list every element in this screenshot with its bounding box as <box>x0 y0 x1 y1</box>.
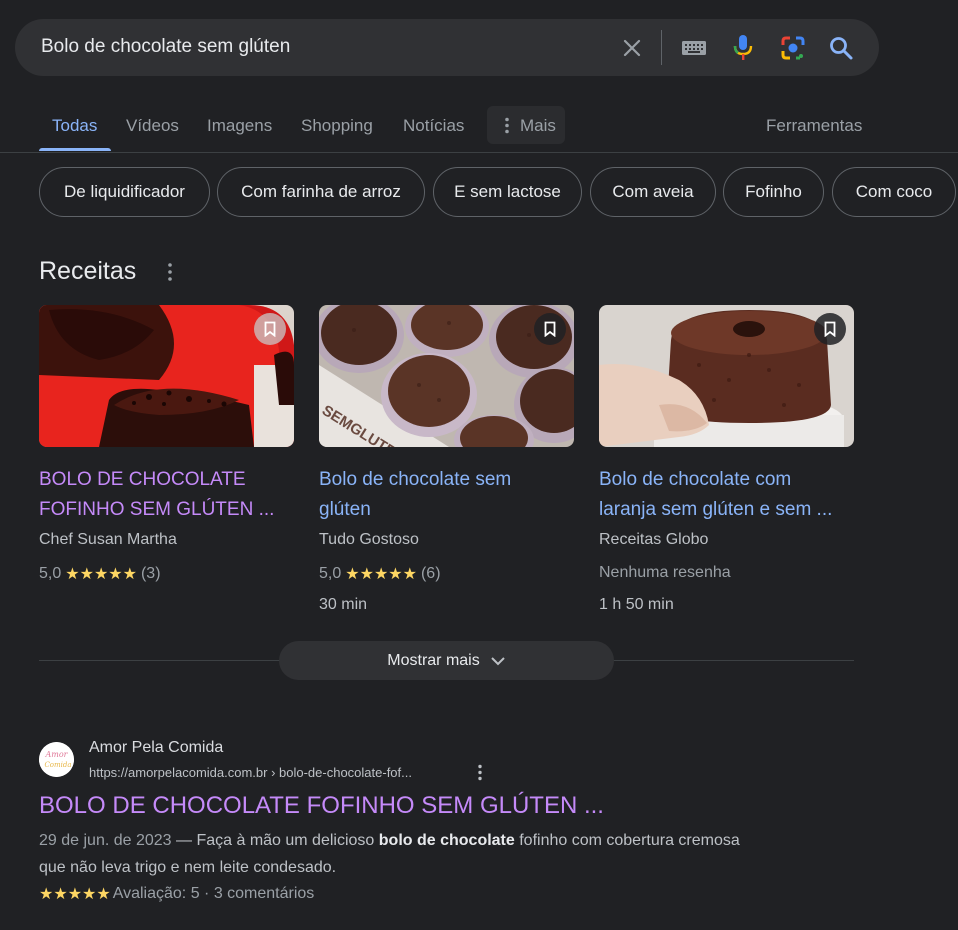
chevron-down-icon <box>491 656 505 665</box>
chip-sem-lactose[interactable]: E sem lactose <box>433 167 582 217</box>
site-favicon: Amor Comida <box>39 742 74 777</box>
svg-text:Comida: Comida <box>44 761 71 769</box>
keyboard-icon[interactable] <box>677 19 711 76</box>
recipe-title[interactable]: BOLO DE CHOCOLATE FOFINHO SEM GLÚTEN ... <box>39 465 294 525</box>
recipe-title[interactable]: Bolo de chocolate sem glúten <box>319 465 574 525</box>
chip-farinha-arroz[interactable]: Com farinha de arroz <box>217 167 425 217</box>
recipe-image[interactable] <box>599 305 854 447</box>
tab-more-label[interactable]: Mais <box>520 116 556 136</box>
tab-shopping[interactable]: Shopping <box>301 116 373 136</box>
search-icon[interactable] <box>825 19 857 76</box>
recipe-time: 1 h 50 min <box>599 596 674 613</box>
favicon-text: Amor <box>44 750 68 759</box>
recipe-card[interactable]: BOLO DE CHOCOLATE FOFINHO SEM GLÚTEN ...… <box>39 305 294 583</box>
chip-fofinho[interactable]: Fofinho <box>723 167 824 217</box>
tools-button[interactable]: Ferramentas <box>766 116 862 136</box>
result-snippet: 29 de jun. de 2023 — Faça à mão um delic… <box>39 832 740 876</box>
active-tab-indicator <box>39 148 111 151</box>
recipe-source: Receitas Globo <box>599 531 709 548</box>
show-more-button[interactable]: Mostrar mais <box>279 641 614 680</box>
review-count: (6) <box>420 565 441 582</box>
recipe-card[interactable]: SEMGLUTEN Bolo de chocolate sem glúten T… <box>319 305 574 613</box>
recipe-source: Chef Susan Martha <box>39 531 177 548</box>
recipe-image[interactable] <box>39 305 294 447</box>
rating-text: Avaliação: 5 · 3 comentários <box>112 885 315 902</box>
tab-videos[interactable]: Vídeos <box>126 116 179 136</box>
search-tabs: Todas Vídeos Imagens Shopping Notícias M… <box>0 100 958 153</box>
result-date: 29 de jun. de 2023 <box>39 832 172 849</box>
chip-aveia[interactable]: Com aveia <box>590 167 716 217</box>
site-name[interactable]: Amor Pela Comida <box>89 739 223 757</box>
bookmark-icon <box>264 321 276 337</box>
chip-coco[interactable]: Com coco <box>832 167 956 217</box>
clear-icon[interactable] <box>616 19 648 76</box>
review-count: (3) <box>140 565 161 582</box>
lens-camera-icon[interactable] <box>777 19 809 76</box>
recipe-title[interactable]: Bolo de chocolate com laranja sem glúten… <box>599 465 854 525</box>
search-divider <box>661 30 662 65</box>
recipe-source: Tudo Gostoso <box>319 531 419 548</box>
save-recipe-button[interactable] <box>814 313 846 345</box>
more-vert-icon <box>505 117 509 134</box>
search-bar[interactable]: Bolo de chocolate sem glúten <box>15 19 879 76</box>
rating-value: 5,0 <box>319 565 342 582</box>
recipe-rating: 5,0 ★★★★★ (3) <box>39 564 161 584</box>
recipe-time: 30 min <box>319 596 368 613</box>
site-url[interactable]: https://amorpelacomida.com.br › bolo-de-… <box>89 765 412 780</box>
bookmark-icon <box>824 321 836 337</box>
chip-liquidificador[interactable]: De liquidificador <box>39 167 210 217</box>
search-input[interactable]: Bolo de chocolate sem glúten <box>41 36 290 58</box>
bookmark-icon <box>544 321 556 337</box>
save-recipe-button[interactable] <box>534 313 566 345</box>
tab-images[interactable]: Imagens <box>207 116 272 136</box>
show-more-label: Mostrar mais <box>387 651 480 669</box>
rating-value: 5,0 <box>39 565 62 582</box>
recipe-card[interactable]: Bolo de chocolate com laranja sem glúten… <box>599 305 854 613</box>
recipes-menu-icon[interactable] <box>163 262 177 282</box>
tab-all[interactable]: Todas <box>52 116 97 136</box>
save-recipe-button[interactable] <box>254 313 286 345</box>
recipe-rating: 5,0 ★★★★★ (6) <box>319 564 441 584</box>
star-rating-icon: ★★★★★ <box>65 566 137 583</box>
star-rating-icon: ★★★★★ <box>345 566 417 583</box>
recipe-no-review: Nenhuma resenha <box>599 564 731 581</box>
star-rating-icon: ★★★★★ <box>39 886 111 903</box>
result-rating: ★★★★★ Avaliação: 5 · 3 comentários <box>39 884 314 904</box>
recipes-heading: Receitas <box>39 257 137 285</box>
more-vert-icon[interactable] <box>474 764 486 781</box>
microphone-icon[interactable] <box>727 19 759 76</box>
result-title-link[interactable]: BOLO DE CHOCOLATE FOFINHO SEM GLÚTEN ... <box>39 792 604 820</box>
tab-news[interactable]: Notícias <box>403 116 464 136</box>
recipe-image[interactable]: SEMGLUTEN <box>319 305 574 447</box>
